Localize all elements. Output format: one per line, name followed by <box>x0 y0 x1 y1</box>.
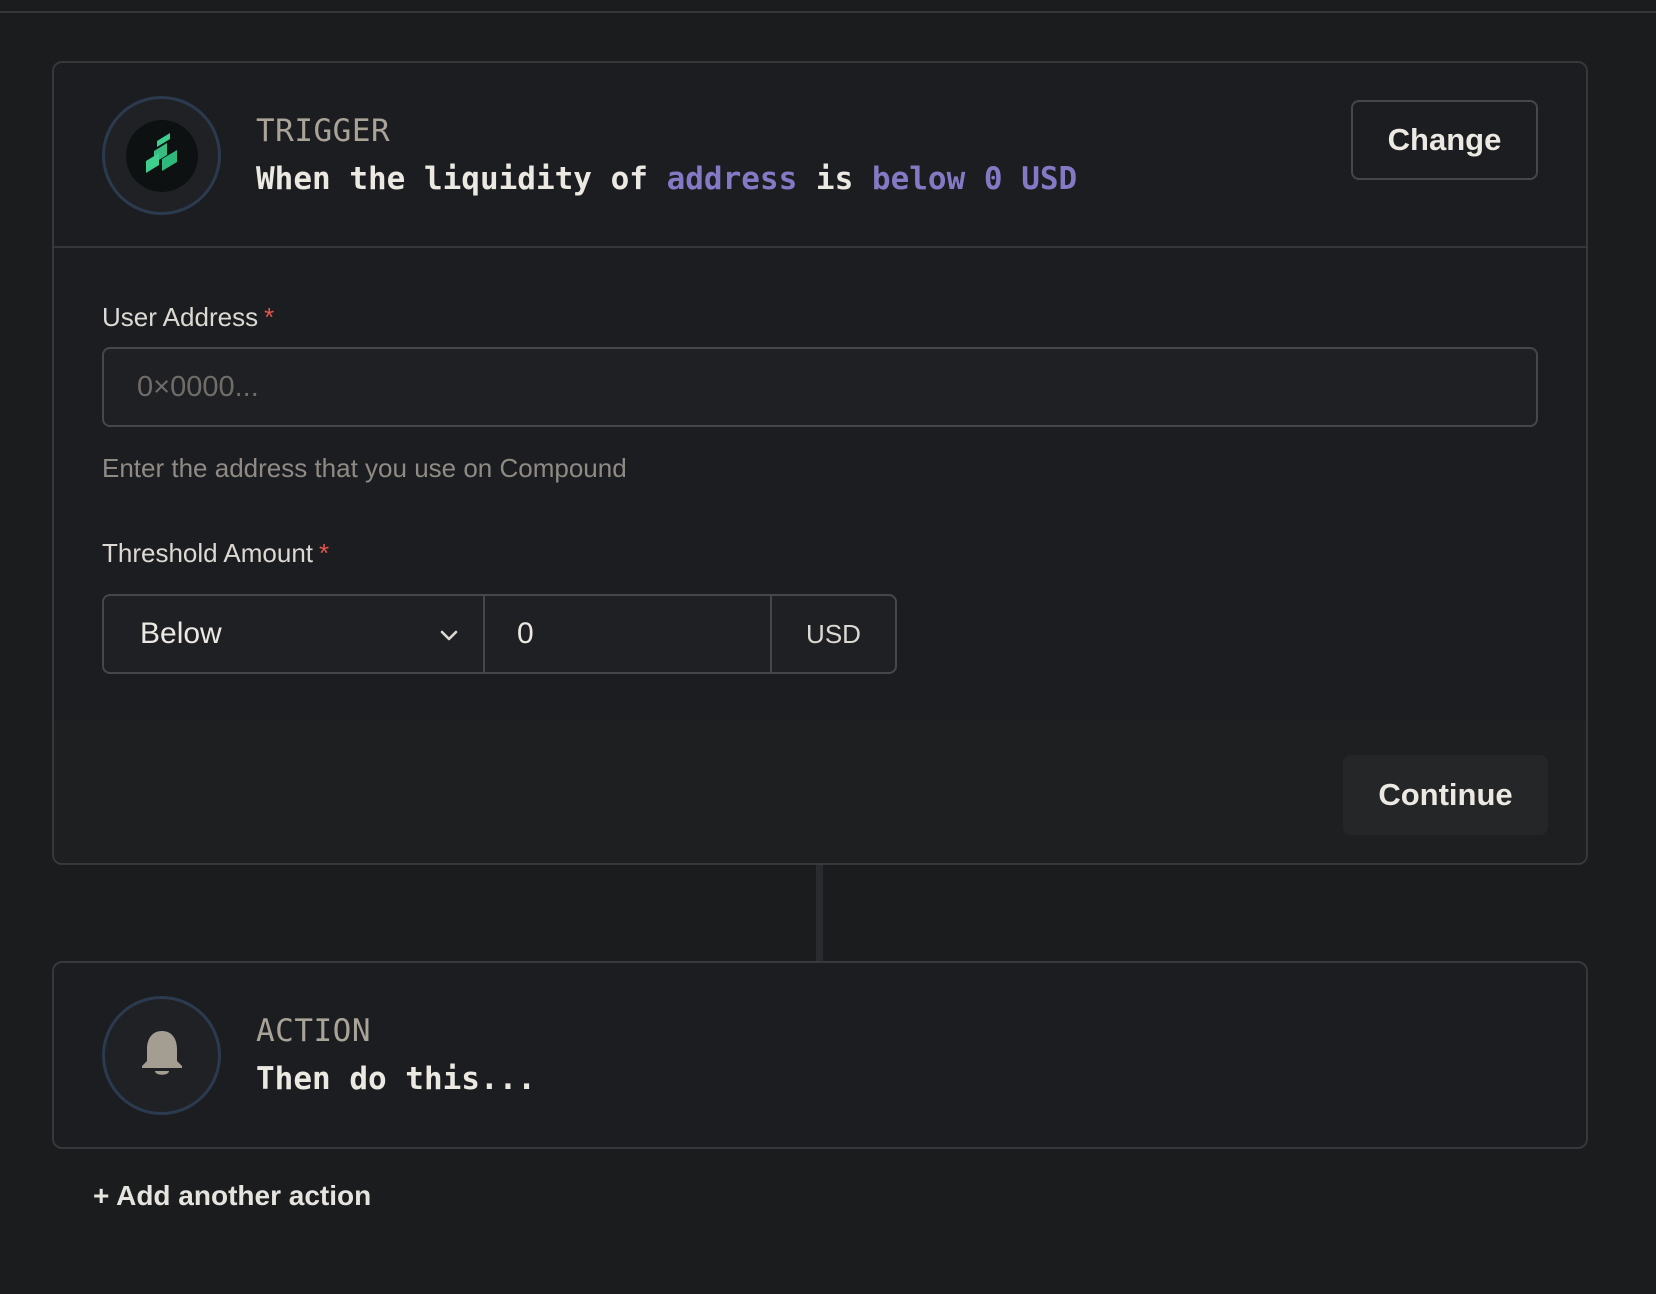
threshold-amount-field <box>485 596 772 672</box>
user-address-help: Enter the address that you use on Compou… <box>102 453 627 483</box>
top-divider <box>0 11 1656 13</box>
change-button[interactable]: Change <box>1351 100 1538 180</box>
action-header: ACTION Then do this... <box>54 963 1586 1147</box>
add-action-link[interactable]: + Add another action <box>93 1180 371 1212</box>
trigger-badge <box>102 96 221 215</box>
trigger-sentence-condition[interactable]: below 0 USD <box>872 161 1077 197</box>
trigger-sentence: When the liquidity of address is below 0… <box>256 161 1077 197</box>
required-mark: * <box>319 538 330 568</box>
trigger-card: TRIGGER When the liquidity of address is… <box>52 61 1588 865</box>
threshold-label-text: Threshold Amount <box>102 538 314 568</box>
user-address-label: User Address * <box>102 302 274 333</box>
threshold-direction-select[interactable]: Below <box>104 596 485 672</box>
threshold-direction-value: Below <box>140 617 222 650</box>
action-tag: ACTION <box>256 1013 371 1049</box>
step-connector <box>816 865 823 961</box>
trigger-sentence-part2: is <box>797 161 872 197</box>
action-badge <box>102 996 221 1115</box>
user-address-label-text: User Address <box>102 302 259 332</box>
trigger-header: TRIGGER When the liquidity of address is… <box>54 63 1586 248</box>
chevron-down-icon <box>439 617 459 651</box>
threshold-label: Threshold Amount * <box>102 538 329 569</box>
compound-logo-icon <box>125 119 198 192</box>
threshold-unit: USD <box>806 618 861 649</box>
action-sentence: Then do this... <box>256 1061 536 1097</box>
trigger-sentence-address[interactable]: address <box>667 161 798 197</box>
trigger-tag: TRIGGER <box>256 113 391 149</box>
required-mark: * <box>264 302 275 332</box>
action-card[interactable]: ACTION Then do this... <box>52 961 1588 1149</box>
bell-icon <box>139 1027 185 1084</box>
threshold-group: Below USD <box>102 594 897 674</box>
trigger-footer: Continue <box>54 720 1586 863</box>
threshold-amount-input[interactable] <box>517 617 770 651</box>
trigger-form: User Address* Enter the address that you… <box>54 248 1586 718</box>
user-address-input[interactable] <box>102 347 1538 427</box>
continue-button[interactable]: Continue <box>1343 755 1548 835</box>
trigger-sentence-part1: When the liquidity of <box>256 161 667 197</box>
